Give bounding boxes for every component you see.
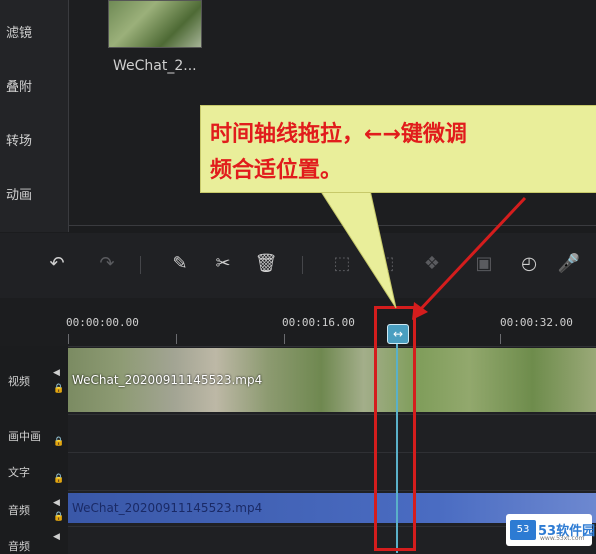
lock-icon[interactable]: 🔒 <box>53 474 64 484</box>
delete-icon[interactable]: 🗑 <box>254 252 278 276</box>
lock-icon[interactable]: 🔒 <box>53 437 64 447</box>
ruler-tick <box>500 334 501 344</box>
playhead-highlight-box <box>374 306 416 551</box>
watermark-logo: 53 <box>510 520 536 540</box>
video-clip-name: WeChat_20200911145523.mp4 <box>72 373 263 387</box>
text-track-lane[interactable] <box>68 452 596 491</box>
lock-icon[interactable]: 🔒 <box>53 384 64 394</box>
callout-line-2: 频合适位置。 <box>210 158 343 183</box>
ruler-tick <box>284 334 285 344</box>
speaker-icon[interactable]: ◀ <box>53 532 60 542</box>
ruler-tick <box>68 334 69 344</box>
cut-icon[interactable]: ✂ <box>211 252 235 276</box>
media-thumbnail[interactable] <box>108 0 202 48</box>
redo-icon[interactable]: ↷ <box>95 252 119 276</box>
undo-icon[interactable]: ↶ <box>45 252 69 276</box>
speaker-icon[interactable]: ◀ <box>53 368 60 378</box>
edit-icon[interactable]: ✎ <box>168 252 192 276</box>
pip-track-lane[interactable] <box>68 414 596 453</box>
toolbar-divider <box>140 256 141 274</box>
ruler-tick <box>176 334 177 344</box>
speaker-icon[interactable]: ◀ <box>53 498 60 508</box>
sidebar-item-animation[interactable]: 动画 <box>0 184 68 203</box>
sidebar-item-overlay[interactable]: 叠附 <box>0 76 68 95</box>
ruler-label-0: 00:00:00.00 <box>66 316 139 329</box>
audio-clip-name: WeChat_20200911145523.mp4 <box>72 501 263 515</box>
watermark-url: www.53xt.com <box>540 535 585 542</box>
lock-icon[interactable]: 🔒 <box>53 512 64 522</box>
sidebar-item-filters[interactable]: 滤镜 <box>0 22 68 41</box>
media-clip-name: WeChat_2... <box>113 58 197 74</box>
mic-icon[interactable]: 🎤 <box>557 252 581 276</box>
callout-line-1: 时间轴线拖拉，←→键微调 <box>210 122 467 147</box>
sidebar-item-transitions[interactable]: 转场 <box>0 130 68 149</box>
red-arrow-icon <box>412 196 527 320</box>
